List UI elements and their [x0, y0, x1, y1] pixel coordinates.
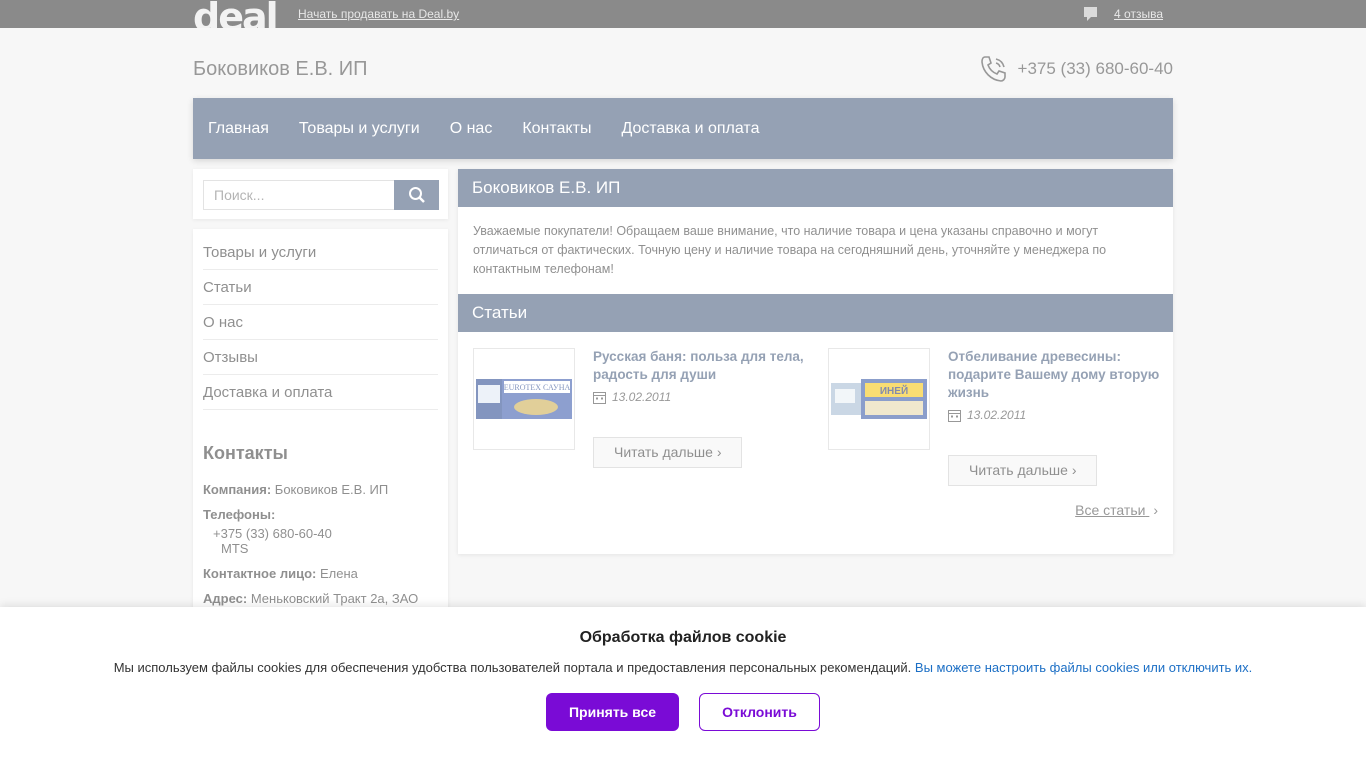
- panel-title: Боковиков Е.В. ИП: [458, 169, 1173, 207]
- chevron-right-icon: ›: [1153, 502, 1158, 518]
- articles-title: Статьи: [458, 294, 1173, 332]
- phone-icon: [980, 56, 1006, 82]
- search-button[interactable]: [394, 180, 439, 210]
- cookie-buttons: Принять все Отклонить: [0, 693, 1366, 731]
- cookie-settings-link[interactable]: Вы можете настроить файлы cookies или от…: [915, 660, 1252, 675]
- cookie-description: Мы используем файлы cookies для обеспече…: [113, 660, 912, 675]
- article-body: Отбеливание древесины: подарите Вашему д…: [948, 348, 1163, 422]
- address-label: Адрес:: [203, 591, 248, 606]
- phone-number[interactable]: +375 (33) 680-60-40: [1018, 59, 1173, 79]
- search-icon: [408, 187, 425, 203]
- cookie-banner: Обработка файлов cookie Мы используем фа…: [0, 607, 1366, 768]
- cookie-text: Мы используем файлы cookies для обеспече…: [0, 660, 1366, 675]
- chevron-right-icon: ›: [716, 444, 722, 460]
- search-box: [193, 169, 448, 219]
- contact-phone-value[interactable]: +375 (33) 680-60-40: [213, 526, 438, 541]
- read-more-label: Читать дальше: [969, 462, 1068, 478]
- main-nav: Главная Товары и услуги О нас Контакты Д…: [193, 98, 1173, 159]
- svg-text:ИНЕЙ: ИНЕЙ: [880, 384, 908, 397]
- company-value: Боковиков Е.В. ИП: [274, 482, 389, 497]
- top-bar: deal Начать продавать на Deal.by 4 отзыв…: [0, 0, 1366, 28]
- contact-address: Адрес: Меньковский Тракт 2а, ЗАО: [203, 591, 438, 606]
- contact-operator: MTS: [221, 541, 249, 556]
- sauna-product-image: EUROTEX САУНА: [476, 379, 572, 419]
- person-label: Контактное лицо:: [203, 566, 317, 581]
- contacts-title: Контакты: [203, 443, 288, 463]
- sidebar-item-delivery[interactable]: Доставка и оплата: [203, 375, 438, 410]
- svg-text:EUROTEX САУНА: EUROTEX САУНА: [504, 383, 571, 392]
- article-date-value: 13.02.2011: [967, 408, 1027, 422]
- cookie-title: Обработка файлов cookie: [579, 629, 787, 646]
- nav-item-contacts[interactable]: Контакты: [522, 120, 591, 138]
- sidebar-item-about[interactable]: О нас: [203, 305, 438, 340]
- site-header: Боковиков Е.В. ИП +375 (33) 680-60-40: [193, 28, 1173, 98]
- sidebar-item-articles[interactable]: Статьи: [203, 270, 438, 305]
- calendar-icon: [948, 409, 961, 422]
- sidebar-item-reviews[interactable]: Отзывы: [203, 340, 438, 375]
- company-label: Компания:: [203, 482, 272, 497]
- article-title[interactable]: Русская баня: польза для тела, радость д…: [593, 348, 808, 384]
- sidebar: Товары и услуги Статьи О нас Отзывы Дост…: [193, 169, 448, 619]
- contact-company: Компания: Боковиков Е.В. ИП: [203, 482, 438, 497]
- bleach-product-image: ИНЕЙ: [831, 379, 927, 419]
- header-phone: +375 (33) 680-60-40: [978, 53, 1173, 85]
- sidebar-item-products[interactable]: Товары и услуги: [203, 235, 438, 270]
- article-body: Русская баня: польза для тела, радость д…: [593, 348, 808, 404]
- chevron-right-icon: ›: [1071, 462, 1077, 478]
- comment-icon: [1084, 7, 1097, 21]
- article-date-value: 13.02.2011: [612, 390, 672, 404]
- address-value: Меньковский Тракт 2а, ЗАО: [250, 591, 419, 606]
- read-more-button[interactable]: Читать дальше ›: [593, 437, 743, 468]
- contact-phones: Телефоны:: [203, 507, 438, 522]
- decline-button[interactable]: Отклонить: [699, 693, 820, 731]
- nav-item-about[interactable]: О нас: [450, 120, 493, 138]
- article-thumbnail[interactable]: EUROTEX САУНА: [473, 348, 575, 450]
- phones-label: Телефоны:: [203, 507, 276, 522]
- all-articles-label: Все статьи: [1075, 502, 1146, 518]
- article-date: 13.02.2011: [948, 408, 1163, 422]
- articles-list: EUROTEX САУНА Русская баня: польза для т…: [458, 332, 1173, 554]
- start-selling-link[interactable]: Начать продавать на Deal.by: [298, 7, 459, 21]
- notice-panel: Боковиков Е.В. ИП Уважаемые покупатели! …: [458, 169, 1173, 554]
- accept-all-button[interactable]: Принять все: [546, 693, 679, 731]
- nav-item-products[interactable]: Товары и услуги: [299, 120, 420, 138]
- person-value: Елена: [319, 566, 358, 581]
- article-thumbnail[interactable]: ИНЕЙ: [828, 348, 930, 450]
- side-menu: Товары и услуги Статьи О нас Отзывы Дост…: [193, 229, 448, 619]
- read-more-button[interactable]: Читать дальше ›: [948, 455, 1098, 486]
- deal-logo[interactable]: deal: [193, 0, 277, 28]
- contact-person: Контактное лицо: Елена: [203, 566, 438, 581]
- company-name: Боковиков Е.В. ИП: [193, 58, 368, 80]
- calendar-icon: [593, 391, 606, 404]
- all-articles-link[interactable]: Все статьи ›: [1075, 502, 1158, 518]
- article-title[interactable]: Отбеливание древесины: подарите Вашему д…: [948, 348, 1163, 402]
- reviews-link[interactable]: 4 отзыва: [1114, 7, 1163, 21]
- search-input[interactable]: [203, 180, 395, 210]
- nav-item-home[interactable]: Главная: [208, 120, 269, 138]
- notice-text: Уважаемые покупатели! Обращаем ваше вним…: [473, 224, 1107, 276]
- nav-item-delivery[interactable]: Доставка и оплата: [621, 120, 759, 138]
- article-date: 13.02.2011: [593, 390, 808, 404]
- main-column: Боковиков Е.В. ИП Уважаемые покупатели! …: [458, 169, 1173, 554]
- read-more-label: Читать дальше: [614, 444, 713, 460]
